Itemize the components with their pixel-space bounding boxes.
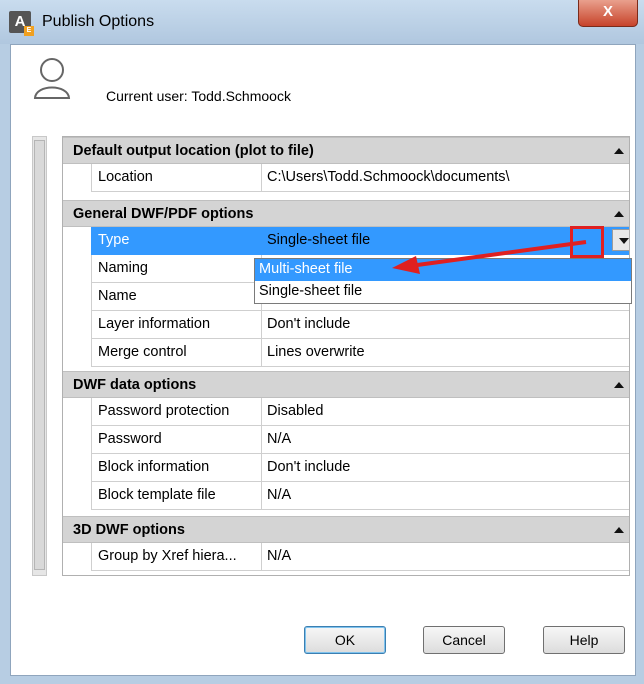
row-password[interactable]: Password N/A [63, 426, 629, 454]
section-dwf-data[interactable]: DWF data options [63, 371, 629, 398]
row-label: Name [91, 283, 261, 311]
options-property-grid: Default output location (plot to file) L… [62, 136, 630, 576]
current-user-label: Current user: Todd.Schmoock [106, 88, 291, 104]
password-value[interactable]: N/A [261, 426, 629, 454]
ok-button[interactable]: OK [304, 626, 386, 654]
collapse-caret-icon[interactable] [614, 382, 624, 388]
collapse-caret-icon[interactable] [614, 527, 624, 533]
block-information-value[interactable]: Don't include [261, 454, 629, 482]
row-label: Location [91, 164, 261, 192]
section-header-label: General DWF/PDF options [73, 206, 254, 222]
row-password-protection[interactable]: Password protection Disabled [63, 398, 629, 426]
section-3d-dwf[interactable]: 3D DWF options [63, 516, 629, 543]
layer-information-value[interactable]: Don't include [261, 311, 629, 339]
title-bar: AE Publish Options X [0, 0, 644, 44]
chevron-down-icon [619, 238, 629, 244]
scrollbar-thumb[interactable] [34, 140, 45, 570]
cancel-button[interactable]: Cancel [423, 626, 505, 654]
help-button[interactable]: Help [543, 626, 625, 654]
row-label: Group by Xref hiera... [91, 543, 261, 571]
row-label: Type [91, 227, 261, 255]
section-header-label: 3D DWF options [73, 522, 185, 538]
row-label: Password protection [91, 398, 261, 426]
row-layer-information[interactable]: Layer information Don't include [63, 311, 629, 339]
annotation-arrow-icon [392, 240, 587, 274]
row-label: Merge control [91, 339, 261, 367]
row-label: Password [91, 426, 261, 454]
collapse-caret-icon[interactable] [614, 148, 624, 154]
section-general-dwf-pdf[interactable]: General DWF/PDF options [63, 200, 629, 227]
row-block-information[interactable]: Block information Don't include [63, 454, 629, 482]
section-header-label: DWF data options [73, 377, 197, 393]
autocad-app-icon: AE [9, 11, 34, 36]
close-button[interactable]: X [578, 0, 638, 27]
window-title: Publish Options [42, 13, 155, 30]
block-template-file-value[interactable]: N/A [261, 482, 629, 510]
merge-control-value[interactable]: Lines overwrite [261, 339, 629, 367]
location-value[interactable]: C:\Users\Todd.Schmoock\documents\ [261, 164, 629, 192]
row-group-by-xref[interactable]: Group by Xref hiera... N/A [63, 543, 629, 571]
row-label: Naming [91, 255, 261, 283]
section-output-location[interactable]: Default output location (plot to file) [63, 137, 629, 164]
row-label: Layer information [91, 311, 261, 339]
row-label: Block template file [91, 482, 261, 510]
dropdown-option-single-sheet[interactable]: Single-sheet file [255, 281, 631, 303]
section-header-label: Default output location (plot to file) [73, 143, 314, 159]
row-location[interactable]: Location C:\Users\Todd.Schmoock\document… [63, 164, 629, 192]
password-protection-value[interactable]: Disabled [261, 398, 629, 426]
row-block-template-file[interactable]: Block template file N/A [63, 482, 629, 510]
user-icon [33, 58, 71, 99]
row-label: Block information [91, 454, 261, 482]
group-by-xref-value[interactable]: N/A [261, 543, 629, 571]
collapse-caret-icon[interactable] [614, 211, 624, 217]
type-selected-value: Single-sheet file [267, 232, 371, 248]
row-merge-control[interactable]: Merge control Lines overwrite [63, 339, 629, 367]
